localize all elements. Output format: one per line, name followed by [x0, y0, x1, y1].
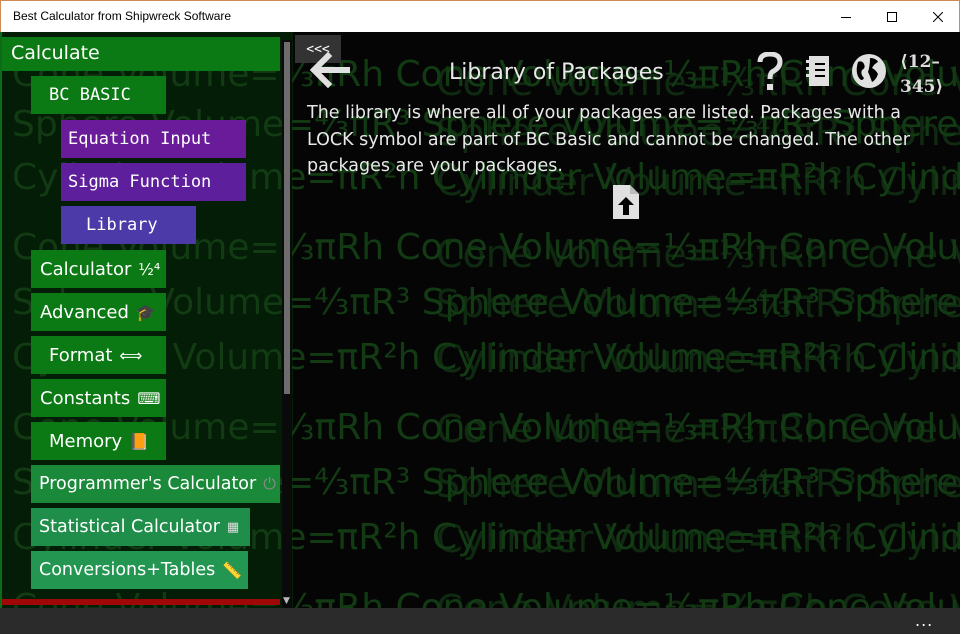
upload-package-button[interactable]: [610, 184, 642, 224]
graduation-cap-icon: 🎓: [135, 302, 156, 322]
globe-icon: [852, 54, 886, 88]
close-button[interactable]: [915, 1, 960, 33]
nav-library[interactable]: Library: [61, 206, 196, 244]
minimize-button[interactable]: [823, 1, 869, 33]
back-arrow-icon: [309, 51, 350, 89]
scroll-down-icon[interactable]: ▼: [283, 596, 290, 606]
nav-label: Equation Input: [68, 129, 212, 149]
back-button[interactable]: [309, 51, 352, 92]
nav-programmers-calculator[interactable]: Programmer's Calculator ⏻: [31, 465, 280, 503]
navigation-pane: Cone Volume=⅓πRh Cone Volume=⅓πRh Cone V…: [0, 32, 960, 628]
nav-label: BC BASIC: [49, 85, 131, 105]
nav-scroll-thumb[interactable]: [284, 42, 290, 394]
nav-memory[interactable]: Memory 📙: [31, 422, 166, 460]
help-button[interactable]: [756, 51, 784, 96]
nav-label: Format: [49, 344, 113, 366]
library-description: The library is where all of your package…: [307, 103, 910, 176]
page-title: Library of Packages: [449, 60, 664, 85]
more-options-button[interactable]: ...: [915, 611, 933, 630]
globe-button[interactable]: [850, 52, 888, 94]
calculate-header[interactable]: Calculate: [2, 37, 280, 71]
nav-bc-basic[interactable]: BC BASIC: [31, 76, 166, 114]
nav-format[interactable]: Format ⟺: [31, 336, 166, 374]
app-bar: ...: [0, 608, 960, 634]
nav-conversions-tables[interactable]: Conversions+Tables 📏: [31, 551, 248, 589]
notebook-icon: [806, 56, 829, 86]
nav-sigma-function[interactable]: Sigma Function: [61, 163, 246, 201]
title-bar: Best Calculator from Shipwreck Software: [0, 0, 960, 32]
nav-advanced[interactable]: Advanced 🎓: [31, 293, 166, 331]
nav-label: Memory: [49, 430, 123, 452]
maximize-button[interactable]: [869, 1, 915, 33]
nav-item-partial[interactable]: [2, 599, 280, 605]
nav-constants[interactable]: Constants ⌨: [31, 379, 166, 417]
maximize-icon: [887, 12, 897, 22]
window-title: Best Calculator from Shipwreck Software: [13, 9, 232, 23]
nav-label: Sigma Function: [68, 172, 212, 192]
fraction-icon: ½⁴: [138, 259, 161, 279]
notebook-button[interactable]: [804, 54, 832, 92]
close-icon: [933, 12, 943, 22]
grid-icon: ▦: [226, 519, 240, 535]
nav-label: Programmer's Calculator: [39, 474, 257, 494]
nav-calculator[interactable]: Calculator ½⁴: [31, 250, 166, 288]
nav-label: Statistical Calculator: [39, 517, 220, 537]
minimize-icon: [841, 17, 851, 18]
nav-label: Constants: [40, 387, 131, 409]
nav-label: Calculator: [40, 258, 132, 280]
nav-label: Advanced: [40, 301, 129, 323]
ruler-icon: 📏: [222, 560, 243, 580]
nav-label: Library: [86, 215, 158, 235]
page-indicator-line: ⟨12–: [900, 52, 940, 72]
power-icon: ⏻: [263, 474, 276, 493]
nav-statistical-calculator[interactable]: Statistical Calculator ▦: [31, 508, 250, 546]
nav-label: Conversions+Tables: [39, 560, 216, 580]
page-indicator[interactable]: ⟨12– 345⟩: [900, 50, 943, 100]
upload-file-icon: [613, 185, 639, 219]
double-arrow-icon: ⟺: [119, 345, 143, 365]
page-indicator-line: 345⟩: [900, 77, 944, 97]
help-icon: [757, 51, 783, 90]
book-icon: 📙: [129, 431, 150, 451]
keyboard-icon: ⌨: [137, 388, 161, 408]
nav-equation-input[interactable]: Equation Input: [61, 120, 246, 158]
